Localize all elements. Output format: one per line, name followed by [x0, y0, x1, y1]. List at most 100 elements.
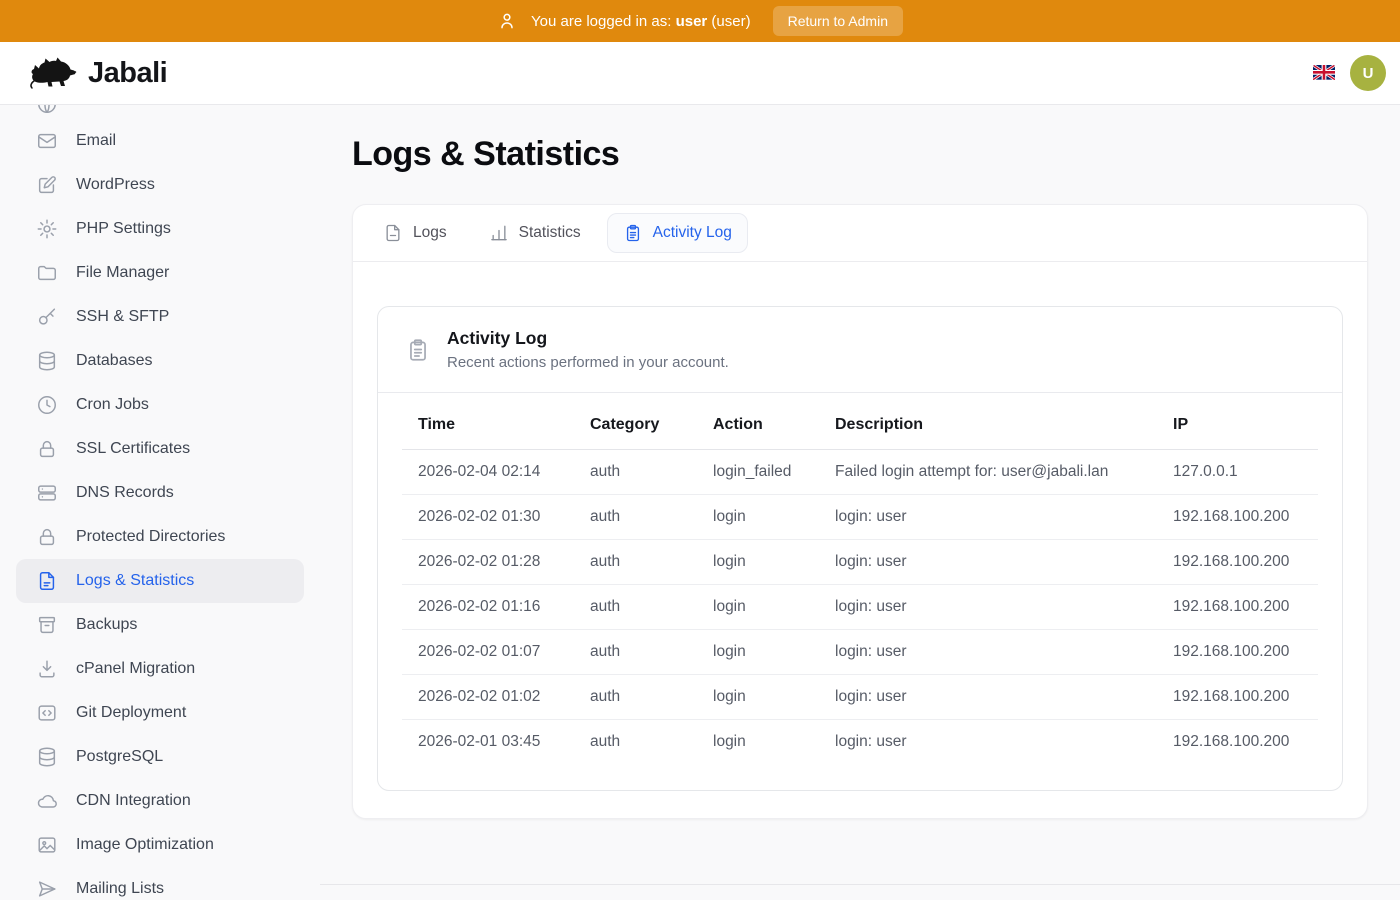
tab-statistics[interactable]: Statistics [473, 213, 597, 253]
sidebar-item-logs-statistics[interactable]: Logs & Statistics [16, 559, 304, 603]
cell-action: login [697, 675, 819, 720]
logs-panel: Logs Statistics Activity Log Activity [352, 204, 1368, 819]
sidebar-item-label: Git Deployment [76, 704, 186, 722]
table-row: 2026-02-02 01:28 auth login login: user … [402, 540, 1318, 585]
cloud-icon [36, 790, 58, 812]
tab-activity-log[interactable]: Activity Log [607, 213, 748, 253]
col-time: Time [402, 401, 574, 450]
sidebar-item-git-deployment[interactable]: Git Deployment [16, 691, 304, 735]
main-content: Logs & Statistics Logs Statistics Activi… [320, 105, 1400, 900]
brand[interactable]: Jabali [28, 54, 167, 92]
sidebar-item-label: Image Optimization [76, 836, 214, 854]
download-icon [36, 658, 58, 680]
cell-category: auth [574, 495, 697, 540]
sidebar-item-php-settings[interactable]: PHP Settings [16, 207, 304, 251]
sidebar-item-cron-jobs[interactable]: Cron Jobs [16, 383, 304, 427]
cell-ip: 192.168.100.200 [1157, 675, 1318, 720]
sidebar-nav: Email WordPress PHP Settings File Manage… [0, 105, 320, 900]
user-avatar[interactable]: U [1350, 55, 1386, 91]
sidebar-item-protected-directories[interactable]: Protected Directories [16, 515, 304, 559]
cell-description: login: user [819, 675, 1157, 720]
logged-in-username: user [676, 13, 708, 30]
sidebar-item-backups[interactable]: Backups [16, 603, 304, 647]
boar-logo [28, 54, 78, 92]
card-subtitle: Recent actions performed in your account… [447, 354, 729, 371]
sidebar-item-wordpress[interactable]: WordPress [16, 163, 304, 207]
cell-category: auth [574, 630, 697, 675]
server-icon [36, 482, 58, 504]
cell-ip: 127.0.0.1 [1157, 450, 1318, 495]
mail-icon [36, 130, 58, 152]
logged-in-role: (user) [711, 13, 750, 30]
table-row: 2026-02-02 01:02 auth login login: user … [402, 675, 1318, 720]
cell-action: login [697, 630, 819, 675]
cell-time: 2026-02-02 01:16 [402, 585, 574, 630]
cell-ip: 192.168.100.200 [1157, 585, 1318, 630]
lock-icon [36, 438, 58, 460]
tab-label: Logs [413, 224, 447, 242]
sidebar-item-label: Protected Directories [76, 528, 225, 546]
brand-name: Jabali [88, 57, 167, 90]
send-icon [36, 878, 58, 900]
cell-category: auth [574, 720, 697, 765]
cell-time: 2026-02-02 01:30 [402, 495, 574, 540]
sidebar-item-postgresql[interactable]: PostgreSQL [16, 735, 304, 779]
cell-action: login_failed [697, 450, 819, 495]
sidebar-item-image-optimization[interactable]: Image Optimization [16, 823, 304, 867]
footer-divider [320, 884, 1400, 900]
sidebar-item-email[interactable]: Email [16, 119, 304, 163]
cell-action: login [697, 495, 819, 540]
return-to-admin-button[interactable]: Return to Admin [773, 6, 903, 36]
sidebar-item-cdn-integration[interactable]: CDN Integration [16, 779, 304, 823]
sidebar-item-label: SSH & SFTP [76, 308, 169, 326]
activity-table-wrap: Time Category Action Description IP 2026… [378, 393, 1342, 790]
folder-icon [36, 262, 58, 284]
cell-description: login: user [819, 585, 1157, 630]
cell-ip: 192.168.100.200 [1157, 720, 1318, 765]
sidebar-item-ssh-sftp[interactable]: SSH & SFTP [16, 295, 304, 339]
sidebar-item-label: Backups [76, 616, 137, 634]
cell-description: login: user [819, 630, 1157, 675]
database-icon [36, 746, 58, 768]
file-text-icon [36, 570, 58, 592]
globe-icon [36, 105, 58, 115]
clipped-sidebar-item [0, 105, 320, 119]
sidebar-item-mailing-lists[interactable]: Mailing Lists [16, 867, 304, 900]
image-icon [36, 834, 58, 856]
cell-category: auth [574, 540, 697, 585]
uk-flag-icon[interactable] [1313, 65, 1335, 81]
admin-impersonation-bar: You are logged in as: user (user) Return… [0, 0, 1400, 42]
sidebar-item-databases[interactable]: Databases [16, 339, 304, 383]
activity-table: Time Category Action Description IP 2026… [402, 401, 1318, 764]
table-row: 2026-02-04 02:14 auth login_failed Faile… [402, 450, 1318, 495]
cell-action: login [697, 540, 819, 585]
cell-description: Failed login attempt for: user@jabali.la… [819, 450, 1157, 495]
cell-action: login [697, 720, 819, 765]
tab-bar: Logs Statistics Activity Log [353, 205, 1367, 262]
tab-logs[interactable]: Logs [367, 213, 463, 253]
tab-label: Activity Log [653, 224, 732, 242]
sidebar-item-ssl-certificates[interactable]: SSL Certificates [16, 427, 304, 471]
sidebar-item-label: Databases [76, 352, 153, 370]
card-title: Activity Log [447, 328, 729, 349]
cell-time: 2026-02-04 02:14 [402, 450, 574, 495]
col-category: Category [574, 401, 697, 450]
activity-log-card: Activity Log Recent actions performed in… [377, 306, 1343, 791]
col-ip: IP [1157, 401, 1318, 450]
col-action: Action [697, 401, 819, 450]
sidebar-item-dns-records[interactable]: DNS Records [16, 471, 304, 515]
person-icon [497, 11, 517, 31]
sidebar-item-label: PostgreSQL [76, 748, 163, 766]
key-icon [36, 306, 58, 328]
page-title: Logs & Statistics [352, 135, 1368, 174]
clipboard-icon [405, 337, 431, 363]
table-header-row: Time Category Action Description IP [402, 401, 1318, 450]
cell-time: 2026-02-02 01:07 [402, 630, 574, 675]
logged-in-message: You are logged in as: user (user) [531, 13, 751, 30]
cell-ip: 192.168.100.200 [1157, 495, 1318, 540]
sidebar-item-file-manager[interactable]: File Manager [16, 251, 304, 295]
sidebar-item-label: SSL Certificates [76, 440, 190, 458]
tab-label: Statistics [519, 224, 581, 242]
sidebar-item-cpanel-migration[interactable]: cPanel Migration [16, 647, 304, 691]
app-header: Jabali U [0, 42, 1400, 105]
